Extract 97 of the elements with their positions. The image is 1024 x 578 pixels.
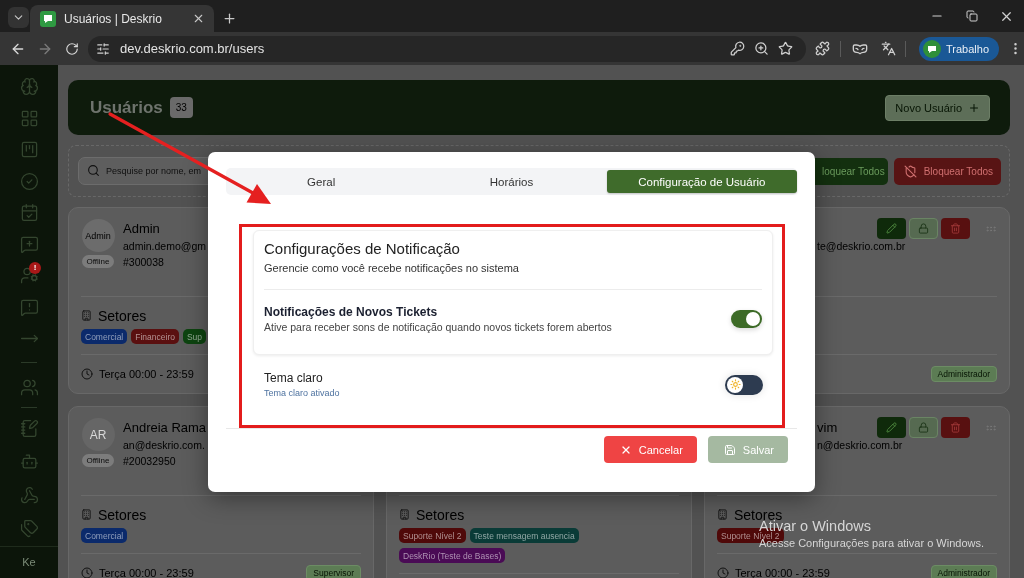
- card-title: Configurações de Notificação: [264, 240, 461, 258]
- user-email: an@deskrio.com.: [123, 438, 205, 451]
- setting-description: Ative para receber sons de notificação quando novos tickets forem abertos: [264, 321, 612, 333]
- check-circle-icon[interactable]: [19, 171, 39, 191]
- clock-icon: [717, 567, 729, 578]
- theme-label: Tema claro: [264, 371, 323, 385]
- user-code: #300038: [123, 256, 164, 268]
- status-badge: Offline: [81, 454, 115, 467]
- trash-icon: [950, 223, 961, 234]
- browser-tab[interactable]: Usuários | Deskrio: [30, 5, 214, 32]
- restore-icon[interactable]: [965, 10, 978, 22]
- reload-icon[interactable]: [64, 41, 79, 56]
- page-title: Usuários: [90, 97, 163, 118]
- new-tab-icon[interactable]: [222, 11, 237, 26]
- edit-button[interactable]: [877, 218, 906, 239]
- theme-description: Tema claro ativado: [264, 388, 340, 398]
- zoom-in-icon[interactable]: [754, 41, 769, 56]
- pencil-icon: [886, 223, 897, 234]
- user-name: vim: [817, 419, 838, 435]
- sector-tag: Sup: [182, 329, 207, 344]
- delete-button[interactable]: [941, 417, 970, 438]
- sector-tag: Comercial: [81, 528, 128, 543]
- edit-button[interactable]: [877, 417, 906, 438]
- schedule-text: Terça 00:00 - 23:59: [99, 368, 194, 380]
- tags-icon[interactable]: [19, 519, 39, 539]
- alert-badge: !: [29, 261, 41, 274]
- avatar: AR: [81, 418, 115, 451]
- sliders-icon[interactable]: [96, 41, 110, 56]
- message-plus-icon[interactable]: [19, 234, 39, 254]
- user-name: Andreia Rama: [123, 419, 207, 435]
- kanban-icon[interactable]: [19, 140, 39, 160]
- profile-avatar-icon: [923, 39, 941, 58]
- shield-off-icon: [903, 164, 917, 178]
- sectors-title: Setores: [416, 506, 465, 523]
- cancel-button[interactable]: Cancelar: [603, 436, 697, 463]
- translate-icon[interactable]: [881, 41, 896, 56]
- building-icon: [399, 509, 410, 520]
- message-alert-icon[interactable]: [19, 297, 39, 317]
- user-code: #20032950: [123, 455, 176, 467]
- building-icon: [81, 310, 92, 321]
- lock-icon: [918, 422, 929, 433]
- sector-tag: Financeiro: [131, 329, 179, 344]
- dialog-tab[interactable]: Configuração de Usuário: [606, 170, 797, 193]
- lock-button[interactable]: [909, 417, 938, 438]
- setting-label: Notificações de Novos Tickets: [264, 305, 438, 319]
- search-icon: [87, 164, 100, 177]
- address-bar[interactable]: dev.deskrio.com.br/users: [88, 35, 806, 62]
- notification-toggle[interactable]: [731, 310, 762, 328]
- user-name: Admin: [123, 220, 160, 236]
- sector-tag: Comercial: [81, 329, 128, 344]
- sectors-title: Setores: [98, 307, 147, 324]
- role-badge: Supervisor: [306, 565, 361, 578]
- role-badge: Administrador: [930, 366, 997, 382]
- notebook-pen-icon[interactable]: [19, 419, 39, 439]
- clock-icon: [81, 567, 93, 578]
- users-icon[interactable]: [19, 377, 39, 397]
- role-badge: Administrador: [930, 565, 997, 578]
- trash-icon: [950, 422, 961, 433]
- calendar-check-icon[interactable]: [19, 203, 39, 223]
- dialog-tab[interactable]: Geral: [226, 170, 417, 193]
- dialog-tab[interactable]: Horários: [416, 170, 607, 193]
- chat-logo-icon: [40, 10, 56, 27]
- user-email: admin.demo@gm: [123, 239, 207, 252]
- theme-toggle[interactable]: [725, 374, 763, 395]
- card-subtitle: Gerencie como você recebe notificações no sistema: [264, 262, 520, 274]
- new-user-button[interactable]: Novo Usuário: [885, 94, 990, 121]
- pencil-icon: [886, 422, 897, 433]
- status-badge: Offline: [81, 255, 115, 268]
- profile-button[interactable]: Trabalho: [919, 36, 999, 61]
- sector-tag: Teste mensagem ausencia: [469, 528, 579, 543]
- webhook-icon[interactable]: [19, 485, 39, 505]
- brain-icon[interactable]: [19, 77, 39, 97]
- user-email: n@deskrio.com.br: [817, 438, 903, 451]
- save-icon: [723, 443, 736, 456]
- avatar: Admin: [81, 219, 115, 252]
- key-icon[interactable]: [730, 41, 745, 56]
- delete-button[interactable]: [941, 218, 970, 239]
- sector-tag: Suporte Nível 2: [399, 528, 466, 543]
- grid-icon[interactable]: [19, 108, 39, 128]
- tab-list-button[interactable]: [8, 6, 29, 28]
- close-icon[interactable]: [192, 12, 205, 25]
- star-icon[interactable]: [778, 41, 793, 56]
- count-badge: 33: [169, 97, 193, 118]
- building-icon: [717, 509, 728, 520]
- user-initials[interactable]: Ke: [22, 556, 36, 569]
- sector-tag: DeskRio (Teste de Bases): [399, 548, 506, 563]
- puzzle-icon[interactable]: [815, 41, 830, 56]
- user-gear-icon[interactable]: [19, 266, 39, 286]
- sectors-title: Setores: [98, 506, 147, 523]
- clock-icon: [81, 368, 93, 380]
- lock-button[interactable]: [909, 218, 938, 239]
- lock-icon: [918, 223, 929, 234]
- block-all-button[interactable]: Bloquear Todos: [893, 157, 1001, 185]
- plus-icon: [968, 101, 980, 114]
- building-icon: [81, 509, 92, 520]
- sun-icon: [729, 379, 741, 390]
- user-email: te@deskrio.com.br: [817, 239, 906, 252]
